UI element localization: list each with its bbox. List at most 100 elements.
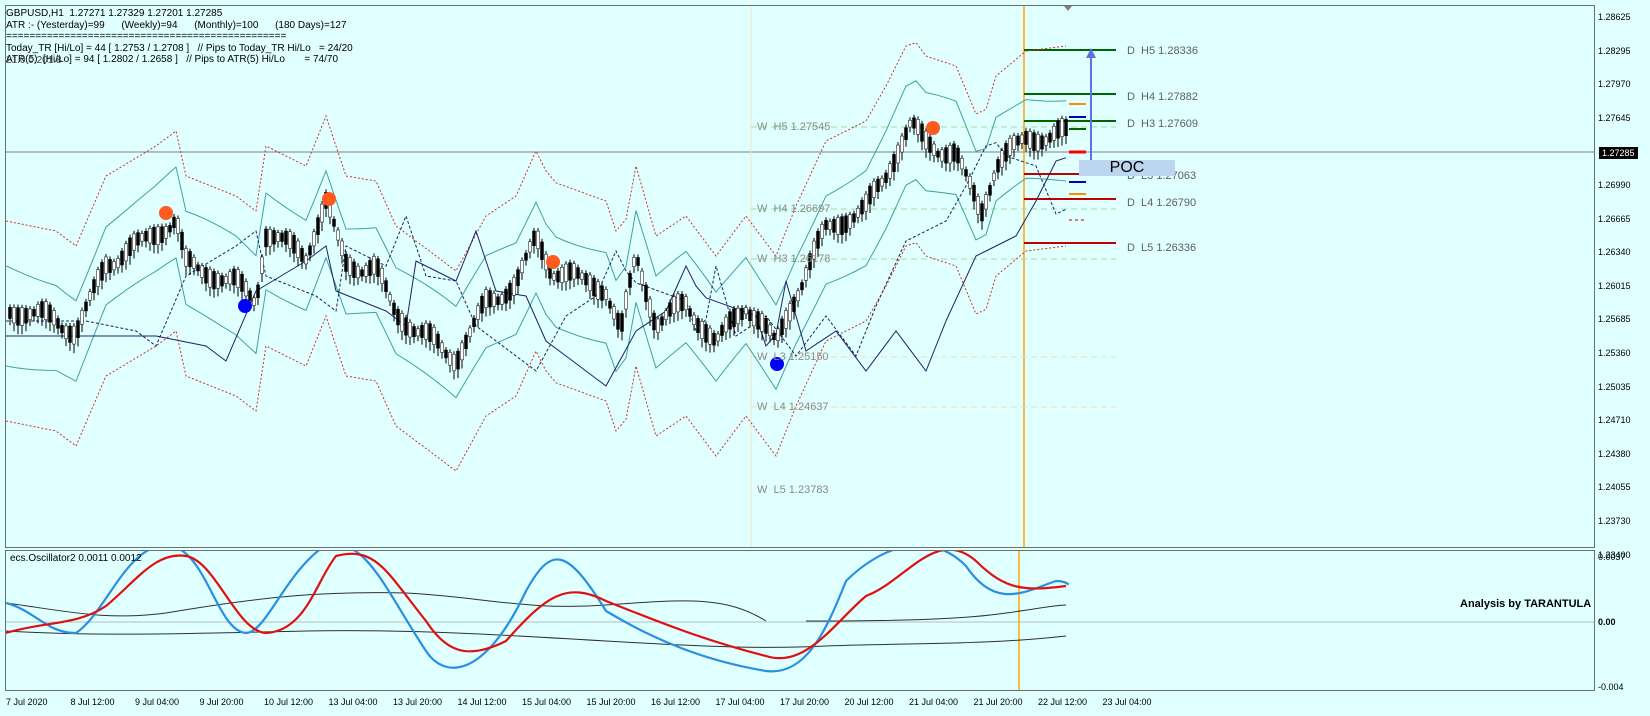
candle-body — [1060, 118, 1064, 137]
candle-body — [740, 307, 744, 320]
candle-body — [64, 325, 68, 339]
candle-body — [820, 224, 824, 239]
candle-body — [348, 257, 352, 276]
candle-body — [120, 250, 124, 266]
candle-body — [620, 313, 624, 332]
candle-body — [448, 351, 452, 366]
candle-body — [164, 226, 168, 239]
candle-body — [880, 178, 884, 187]
candle-body — [756, 311, 760, 330]
candle-body — [380, 268, 384, 284]
price-axis-tick: 1.27645 — [1598, 112, 1631, 123]
candle-body — [536, 230, 540, 249]
candle-body — [216, 273, 220, 289]
candle-body — [776, 328, 780, 341]
candle-body — [788, 303, 792, 322]
candle-body — [916, 119, 920, 135]
candle-body — [656, 318, 660, 333]
candle-body — [900, 135, 904, 153]
candle-body — [204, 267, 208, 284]
signal-dot — [546, 255, 560, 269]
candle-body — [784, 310, 788, 329]
candle-body — [100, 262, 104, 281]
candle-body — [672, 296, 676, 314]
candle-body — [688, 308, 692, 317]
time-axis-tick: 22 Jul 12:00 — [1038, 697, 1088, 707]
osc-axis-zero: 0.00 — [1598, 617, 1616, 627]
candle-body — [284, 230, 288, 245]
candle-body — [888, 163, 892, 179]
candle-body — [1056, 120, 1060, 139]
candle-body — [680, 293, 684, 311]
price-axis-tick: 1.24380 — [1598, 448, 1631, 459]
candle-body — [360, 269, 364, 277]
candle-body — [576, 267, 580, 279]
candle-body — [752, 310, 756, 327]
candle-body — [624, 291, 628, 310]
candle-body — [708, 327, 712, 345]
candle-body — [920, 123, 924, 142]
price-axis-tick: 1.24055 — [1598, 482, 1631, 493]
candle-body — [720, 324, 724, 336]
candle-body — [668, 302, 672, 317]
price-axis-tick: 1.23730 — [1598, 516, 1631, 526]
candle-body — [240, 273, 244, 292]
candle-body — [736, 307, 740, 325]
oscillator-panel[interactable] — [5, 550, 1595, 691]
price-axis-tick: 1.26015 — [1598, 280, 1631, 291]
candle-body — [368, 260, 372, 276]
candle-body — [896, 144, 900, 164]
candle-body — [292, 234, 296, 254]
candle-body — [948, 145, 952, 164]
candle-body — [800, 282, 804, 291]
candle-body — [248, 290, 252, 301]
candle-body — [28, 308, 32, 320]
price-chart[interactable] — [5, 5, 1595, 548]
candle-body — [412, 326, 416, 338]
candle-body — [1036, 133, 1040, 152]
candle-body — [572, 263, 576, 280]
candle-body — [304, 255, 308, 265]
candle-body — [636, 257, 640, 266]
candle-body — [760, 313, 764, 332]
candle-body — [464, 334, 468, 349]
candle-body — [328, 204, 332, 218]
candle-body — [1032, 132, 1036, 151]
candle-body — [232, 268, 236, 286]
price-axis-tick: 1.25035 — [1598, 381, 1631, 392]
candle-body — [540, 241, 544, 261]
candle-body — [156, 226, 160, 245]
osc-slow-line-2 — [805, 604, 1067, 622]
candle-body — [964, 169, 968, 177]
candle-body — [196, 264, 200, 272]
price-axis-tick: 1.26990 — [1598, 180, 1631, 190]
candle-body — [176, 218, 180, 234]
candle-body — [444, 349, 448, 359]
candle-body — [980, 203, 984, 222]
signal-dot — [159, 206, 173, 220]
candle-body — [860, 199, 864, 215]
candle-body — [1048, 132, 1052, 143]
candle-body — [356, 265, 360, 279]
symbol-line: GBPUSD,H1 1.27271 1.27329 1.27201 1.2728… — [6, 8, 223, 19]
weekly-h4-label: W H4 1.26697 — [757, 203, 831, 215]
candle-body — [108, 259, 112, 273]
candle-body — [940, 149, 944, 162]
oscillator-canvas — [6, 551, 1594, 690]
candle-body — [612, 306, 616, 320]
candle-body — [68, 325, 72, 343]
weekly-l4-label: W L4 1.24637 — [757, 401, 829, 413]
candle-body — [184, 248, 188, 267]
candle-body — [632, 257, 636, 267]
candle-body — [552, 273, 556, 281]
price-axis-tick: 1.28625 — [1598, 12, 1631, 22]
candle-body — [208, 269, 212, 288]
candle-body — [696, 318, 700, 333]
candle-body — [236, 269, 240, 288]
candle-body — [188, 251, 192, 268]
price-axis-tick: 1.25360 — [1598, 348, 1631, 358]
candle-body — [904, 127, 908, 141]
watermark-text: Analysis by TARANTULA — [1460, 598, 1592, 610]
candle-body — [472, 317, 476, 327]
candle-body — [804, 267, 808, 281]
